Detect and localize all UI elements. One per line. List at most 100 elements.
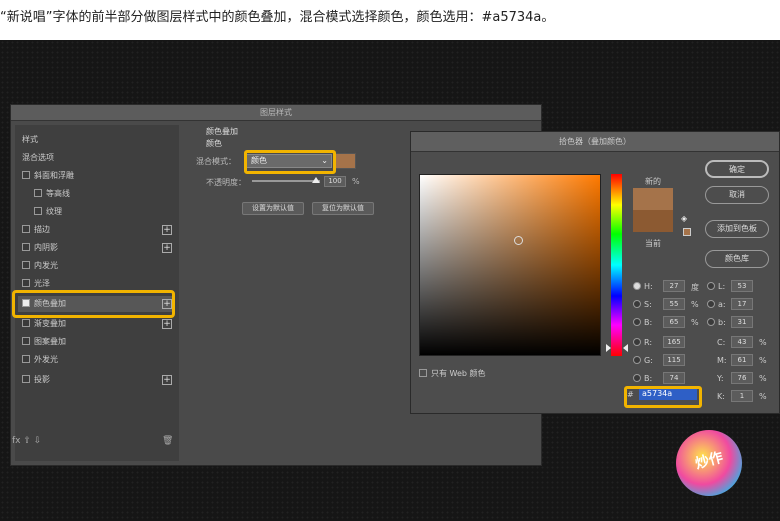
style-item-label: 斜面和浮雕 <box>34 171 74 180</box>
section-title: 颜色叠加 <box>206 127 238 136</box>
style-item[interactable]: 混合选项 <box>18 150 174 166</box>
style-item-label: 图案叠加 <box>34 337 66 346</box>
style-item[interactable]: 斜面和浮雕 <box>18 168 174 184</box>
channel-radio[interactable] <box>707 282 715 290</box>
add-to-swatches-button[interactable]: 添加到色板 <box>705 220 769 238</box>
value-row: B: 74 <box>633 372 685 384</box>
style-item-label: 光泽 <box>34 279 50 288</box>
color-cursor[interactable] <box>514 236 523 245</box>
channel-input[interactable]: 65 <box>663 316 685 328</box>
style-item-label: 内阴影 <box>34 243 58 252</box>
style-checkbox[interactable] <box>34 207 42 215</box>
channel-radio[interactable] <box>633 318 641 326</box>
value-row: K: 1% <box>717 390 767 402</box>
saturation-brightness-field[interactable] <box>419 174 601 356</box>
color-picker-dialog: 拾色器（叠加颜色） 新的 当前 ◈ 确定 取消 添加到色板 颜色库 H: 27 度 S… <box>410 131 780 414</box>
channel-radio[interactable] <box>633 338 641 346</box>
layer-style-title: 图层样式 <box>11 105 541 121</box>
channel-unit: % <box>691 300 699 309</box>
highlight-color-overlay <box>12 290 175 318</box>
opacity-label: 不透明度： <box>206 178 246 187</box>
style-item-label: 描边 <box>34 225 50 234</box>
channel-input[interactable]: 27 <box>663 280 685 292</box>
channel-label: C: <box>717 338 726 347</box>
channel-radio[interactable] <box>707 318 715 326</box>
style-item[interactable]: 外发光 <box>18 352 174 368</box>
color-libraries-button[interactable]: 颜色库 <box>705 250 769 268</box>
add-icon[interactable]: + <box>162 319 172 329</box>
value-row: Y: 76% <box>717 372 767 384</box>
opacity-unit: % <box>352 177 360 186</box>
set-default-button[interactable]: 设置为默认值 <box>242 202 304 215</box>
style-item[interactable]: 纹理 <box>18 204 174 220</box>
channel-input[interactable]: 53 <box>731 280 753 292</box>
channel-radio[interactable] <box>633 374 641 382</box>
web-colors-checkbox[interactable] <box>419 369 427 377</box>
style-item[interactable]: 渐变叠加 + <box>18 316 174 332</box>
channel-input[interactable]: 17 <box>731 298 753 310</box>
style-checkbox[interactable] <box>22 375 30 383</box>
web-colors-only[interactable]: 只有 Web 颜色 <box>419 368 486 379</box>
style-checkbox[interactable] <box>22 355 30 363</box>
style-item-label: 渐变叠加 <box>34 319 66 328</box>
ok-button[interactable]: 确定 <box>705 160 769 178</box>
channel-unit: % <box>691 318 699 327</box>
cancel-button[interactable]: 取消 <box>705 186 769 204</box>
current-color-swatch[interactable] <box>633 210 673 232</box>
style-checkbox[interactable] <box>22 337 30 345</box>
value-row: a: 17 <box>707 298 753 310</box>
style-item[interactable]: 内阴影 + <box>18 240 174 256</box>
add-icon[interactable]: + <box>162 375 172 385</box>
style-item-label: 内发光 <box>34 261 58 270</box>
style-checkbox[interactable] <box>22 171 30 179</box>
channel-input[interactable]: 55 <box>663 298 685 310</box>
style-item[interactable]: 样式 <box>18 132 174 148</box>
overlay-color-swatch[interactable] <box>334 153 356 169</box>
style-item[interactable]: 投影 + <box>18 372 174 388</box>
channel-input[interactable]: 74 <box>663 372 685 384</box>
trash-icon[interactable]: 🗑 <box>162 436 173 446</box>
channel-input[interactable]: 1 <box>731 390 753 402</box>
channel-input[interactable]: 115 <box>663 354 685 366</box>
style-checkbox[interactable] <box>34 189 42 197</box>
value-row: H: 27 度 <box>633 280 699 292</box>
reset-default-button[interactable]: 复位为默认值 <box>312 202 374 215</box>
style-item[interactable]: 内发光 <box>18 258 174 274</box>
style-item-label: 混合选项 <box>22 153 54 162</box>
channel-input[interactable]: 43 <box>731 336 753 348</box>
style-item[interactable]: 描边 + <box>18 222 174 238</box>
web-safe-swatch[interactable] <box>683 228 691 236</box>
channel-radio[interactable] <box>633 282 641 290</box>
channel-input[interactable]: 76 <box>731 372 753 384</box>
style-checkbox[interactable] <box>22 261 30 269</box>
cube-icon[interactable]: ◈ <box>681 214 687 223</box>
style-checkbox[interactable] <box>22 225 30 233</box>
add-icon[interactable]: + <box>162 243 172 253</box>
hue-marker-right <box>623 344 628 352</box>
value-row: L: 53 <box>707 280 753 292</box>
style-item[interactable]: 等高线 <box>18 186 174 202</box>
style-item[interactable]: 图案叠加 <box>18 334 174 350</box>
style-item-label: 纹理 <box>46 207 62 216</box>
channel-input[interactable]: 31 <box>731 316 753 328</box>
style-checkbox[interactable] <box>22 319 30 327</box>
channel-label: S: <box>644 300 652 309</box>
channel-radio[interactable] <box>707 300 715 308</box>
channel-label: K: <box>717 392 725 401</box>
channel-label: Y: <box>717 374 724 383</box>
channel-input[interactable]: 165 <box>663 336 685 348</box>
value-row: G: 115 <box>633 354 685 366</box>
channel-radio[interactable] <box>633 356 641 364</box>
add-icon[interactable]: + <box>162 225 172 235</box>
value-row: C: 43% <box>717 336 767 348</box>
style-checkbox[interactable] <box>22 243 30 251</box>
channel-label: G: <box>644 356 653 365</box>
opacity-slider[interactable] <box>252 180 320 182</box>
channel-radio[interactable] <box>633 300 641 308</box>
style-checkbox[interactable] <box>22 279 30 287</box>
channel-input[interactable]: 61 <box>731 354 753 366</box>
fx-icon[interactable]: fx ⇧ ⇩ <box>12 436 41 446</box>
hue-slider[interactable] <box>611 174 622 356</box>
opacity-input[interactable]: 100 <box>324 176 346 187</box>
opacity-slider-thumb[interactable] <box>312 177 320 183</box>
